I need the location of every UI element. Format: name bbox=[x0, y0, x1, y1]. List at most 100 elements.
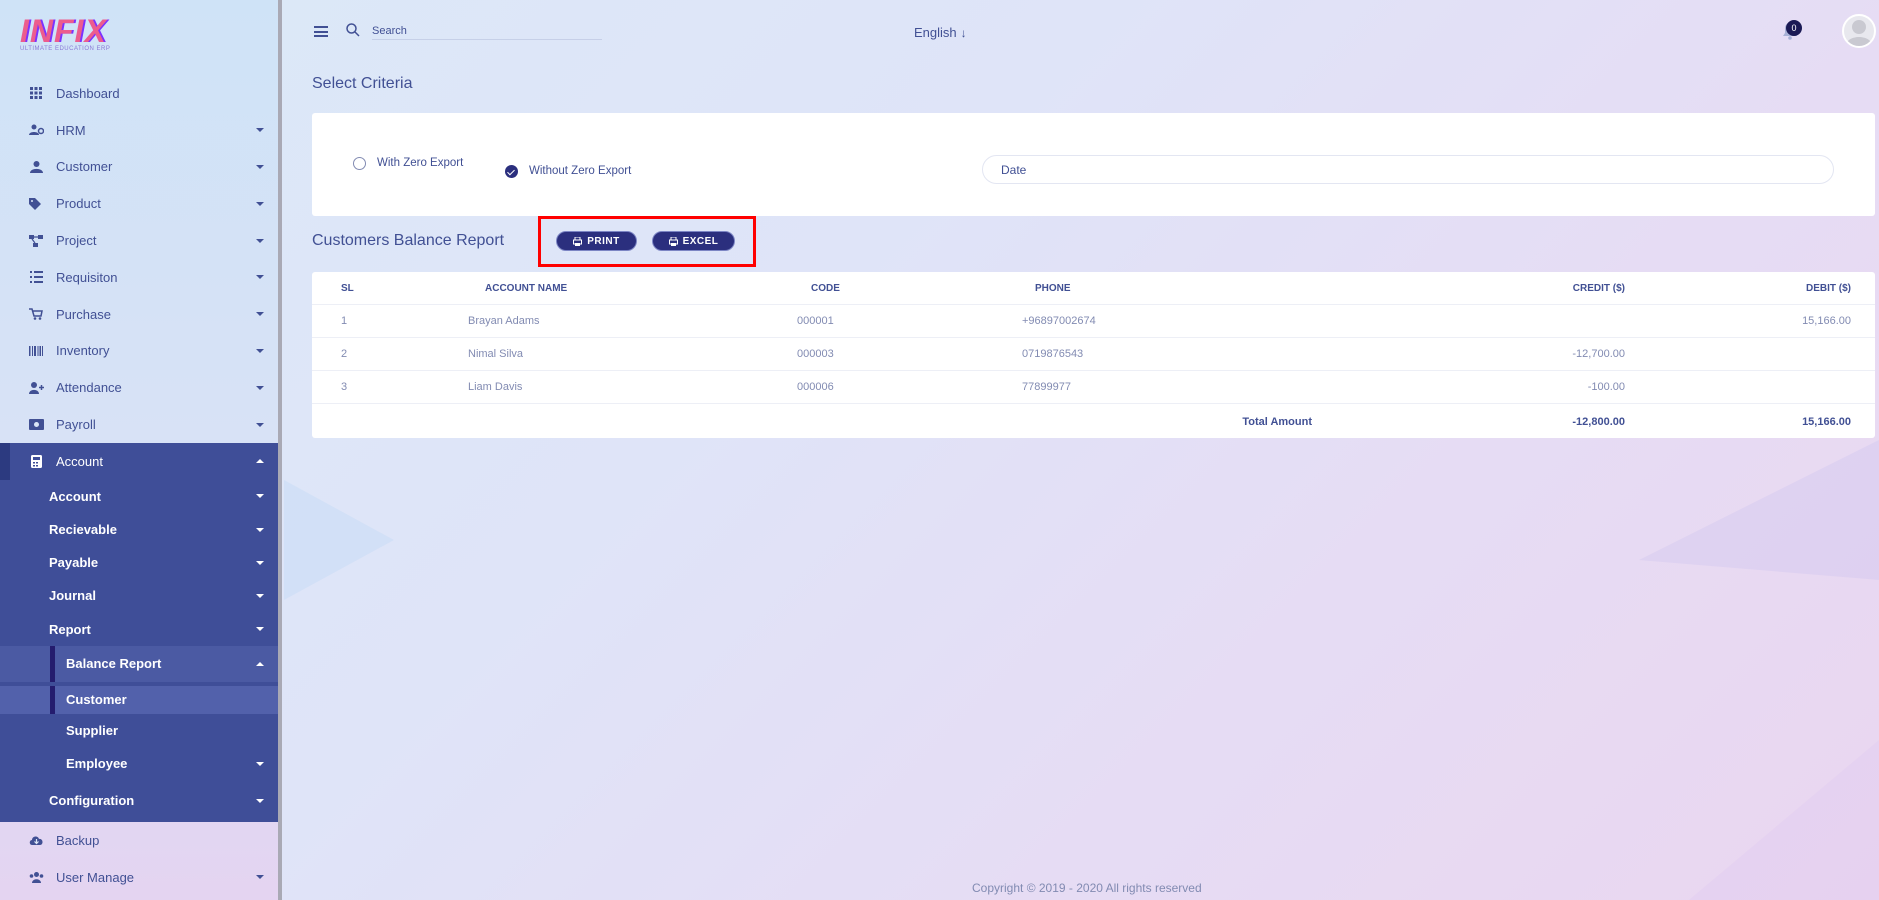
column-header-account-name[interactable]: ACCOUNT NAME bbox=[485, 283, 567, 294]
radio-without-zero-export[interactable] bbox=[505, 165, 518, 178]
criteria-card: With Zero Export Without Zero Export bbox=[312, 113, 1875, 216]
cell-code: 000003 bbox=[797, 348, 834, 360]
cell-phone: +96897002674 bbox=[1022, 315, 1096, 327]
sidebar-item-inventory[interactable]: Inventory bbox=[0, 333, 278, 370]
grid-icon bbox=[28, 86, 44, 100]
submenu-item-label: Report bbox=[49, 621, 91, 637]
cell-sl: 1 bbox=[341, 315, 348, 327]
submenu-item-journal[interactable]: Journal bbox=[0, 579, 278, 612]
submenu-item-configuration[interactable]: Configuration bbox=[0, 780, 278, 822]
sidebar: INFIX ULTIMATE EDUCATION ERP Dashboard H… bbox=[0, 0, 282, 900]
account-submenu: Account Recievable Payable Journal Repor… bbox=[0, 479, 278, 822]
balance-table: SL ACCOUNT NAME CODE PHONE CREDIT ($) DE… bbox=[312, 272, 1875, 438]
users-icon bbox=[28, 870, 44, 884]
chevron-down-icon bbox=[256, 238, 264, 243]
sidebar-item-label: HRM bbox=[56, 122, 86, 138]
submenu-item-employee[interactable]: Employee bbox=[0, 748, 278, 780]
cell-debit: 15,166.00 bbox=[1802, 315, 1851, 327]
sidebar-item-label: Product bbox=[56, 196, 101, 212]
money-icon bbox=[28, 418, 44, 432]
submenu-item-label: Journal bbox=[49, 588, 96, 604]
column-header-code[interactable]: CODE bbox=[811, 283, 840, 294]
sidebar-item-account[interactable]: Account bbox=[0, 442, 278, 480]
chevron-down-icon bbox=[256, 627, 264, 632]
chevron-up-icon bbox=[256, 661, 264, 666]
sidebar-item-label: Dashboard bbox=[56, 85, 120, 101]
list-icon bbox=[28, 270, 44, 284]
sidebar-item-payroll[interactable]: Payroll bbox=[0, 406, 278, 443]
chevron-down-icon bbox=[256, 494, 264, 499]
sidebar-item-project[interactable]: Project bbox=[0, 222, 278, 259]
column-header-debit[interactable]: DEBIT ($) bbox=[1806, 283, 1851, 294]
submenu-item-account[interactable]: Account bbox=[0, 480, 278, 513]
submenu-item-customer[interactable]: Customer bbox=[0, 685, 278, 714]
sidebar-item-label: Backup bbox=[56, 832, 100, 848]
sidebar-item-customer[interactable]: Customer bbox=[0, 149, 278, 186]
column-header-credit[interactable]: CREDIT ($) bbox=[1573, 283, 1625, 294]
print-icon bbox=[573, 236, 583, 246]
radio-label[interactable]: Without Zero Export bbox=[529, 165, 631, 177]
sidebar-item-label: Payroll bbox=[56, 417, 96, 433]
user-plus-icon bbox=[28, 381, 44, 395]
tags-icon bbox=[28, 197, 44, 211]
cell-code: 000006 bbox=[797, 381, 834, 393]
logo-subtitle: ULTIMATE EDUCATION ERP bbox=[20, 46, 111, 52]
avatar[interactable] bbox=[1842, 14, 1876, 48]
chevron-up-icon bbox=[256, 459, 264, 464]
submenu-item-payable[interactable]: Payable bbox=[0, 546, 278, 579]
excel-button[interactable]: EXCEL bbox=[652, 231, 735, 251]
sidebar-item-product[interactable]: Product bbox=[0, 185, 278, 222]
cell-sl: 3 bbox=[341, 381, 348, 393]
radio-label[interactable]: With Zero Export bbox=[377, 157, 463, 169]
arrow-down-icon: ↓ bbox=[960, 26, 967, 40]
chevron-down-icon bbox=[256, 312, 264, 317]
submenu-item-balance-report[interactable]: Balance Report bbox=[0, 645, 278, 682]
cell-account-name: Liam Davis bbox=[468, 381, 523, 393]
background-facet bbox=[1689, 740, 1879, 900]
select-criteria-title: Select Criteria bbox=[312, 75, 413, 92]
excel-button-label: EXCEL bbox=[682, 235, 719, 247]
sidebar-item-label: Attendance bbox=[56, 380, 122, 396]
sidebar-item-purchase[interactable]: Purchase bbox=[0, 296, 278, 333]
table-row: 3 Liam Davis 000006 77899977 -100.00 bbox=[312, 371, 1875, 404]
sidebar-item-label: Customer bbox=[56, 159, 113, 175]
submenu-item-label: Customer bbox=[66, 692, 127, 708]
sidebar-item-dashboard[interactable]: Dashboard bbox=[0, 75, 278, 112]
total-credit: -12,800.00 bbox=[1572, 416, 1625, 428]
search-icon[interactable] bbox=[346, 23, 360, 37]
cell-code: 000001 bbox=[797, 315, 834, 327]
sidebar-item-label: Purchase bbox=[56, 306, 111, 322]
print-icon bbox=[668, 236, 678, 246]
search-input[interactable] bbox=[372, 22, 602, 40]
sidebar-item-attendance[interactable]: Attendance bbox=[0, 369, 278, 406]
submenu-item-supplier[interactable]: Supplier bbox=[0, 714, 278, 748]
column-header-sl[interactable]: SL bbox=[341, 283, 354, 294]
submenu-item-report[interactable]: Report bbox=[0, 613, 278, 646]
print-button[interactable]: PRINT bbox=[556, 231, 637, 251]
sidebar-item-requisiton[interactable]: Requisiton bbox=[0, 259, 278, 296]
submenu-item-label: Recievable bbox=[49, 522, 117, 538]
submenu-item-recievable[interactable]: Recievable bbox=[0, 513, 278, 546]
cell-credit: -12,700.00 bbox=[1572, 348, 1625, 360]
logo-text: INFIX bbox=[20, 13, 107, 49]
submenu-item-label: Supplier bbox=[66, 723, 119, 739]
cart-icon bbox=[28, 307, 44, 321]
language-selector[interactable]: English ↓ bbox=[914, 25, 967, 40]
project-diagram-icon bbox=[28, 234, 44, 248]
sidebar-item-label: User Manage bbox=[56, 869, 135, 885]
footer-copyright: Copyright © 2019 - 2020 All rights reser… bbox=[972, 881, 1202, 895]
sidebar-item-label: Project bbox=[56, 233, 97, 249]
users-cog-icon bbox=[28, 123, 44, 137]
sidebar-item-hrm[interactable]: HRM bbox=[0, 112, 278, 149]
date-input[interactable] bbox=[982, 155, 1834, 184]
cell-account-name: Brayan Adams bbox=[468, 315, 540, 327]
chevron-down-icon bbox=[256, 164, 264, 169]
hamburger-menu-icon[interactable] bbox=[314, 26, 328, 37]
radio-with-zero-export[interactable] bbox=[353, 157, 366, 170]
notification-badge: 0 bbox=[1786, 20, 1802, 36]
report-title: Customers Balance Report bbox=[312, 232, 505, 249]
sidebar-item-user-manage[interactable]: User Manage bbox=[0, 859, 278, 896]
sidebar-item-backup[interactable]: Backup bbox=[0, 822, 278, 859]
app-logo[interactable]: INFIX ULTIMATE EDUCATION ERP bbox=[20, 14, 120, 58]
column-header-phone[interactable]: PHONE bbox=[1035, 283, 1071, 294]
